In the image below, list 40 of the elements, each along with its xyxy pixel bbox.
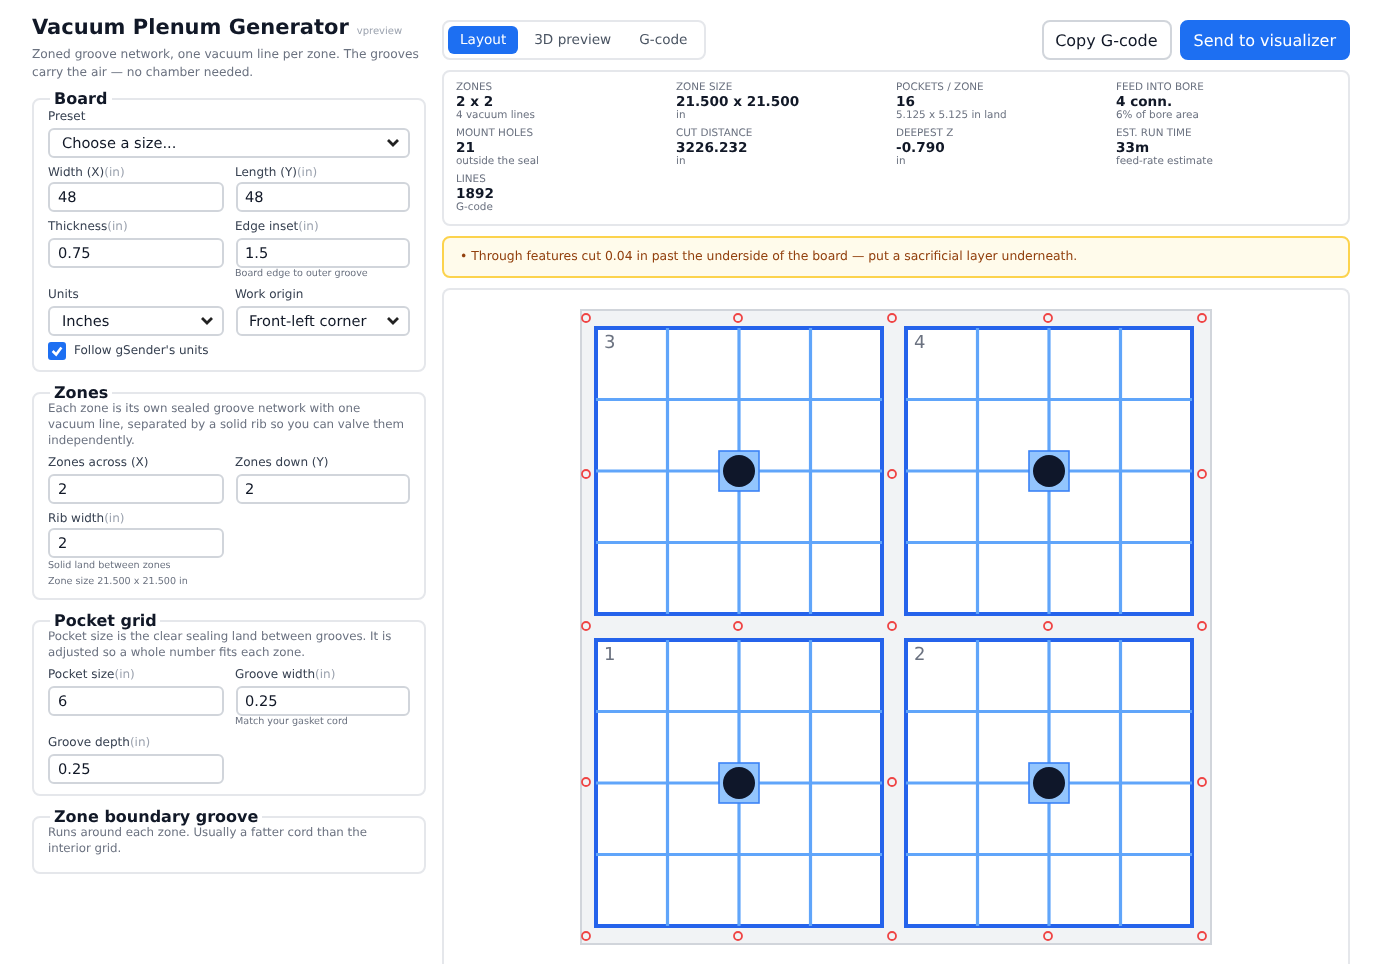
section-title: Zone boundary groove <box>52 807 261 826</box>
section-title: Board <box>52 90 110 109</box>
section-title: Zones <box>52 383 111 402</box>
mount-hole-icon <box>581 313 591 323</box>
mount-hole-icon <box>1197 931 1207 941</box>
zone-number: 1 <box>604 646 616 666</box>
mount-hole-icon <box>1197 313 1207 323</box>
mount-hole-icon <box>1043 931 1053 941</box>
mount-hole-icon <box>1043 313 1053 323</box>
zone-number: 2 <box>914 646 926 666</box>
mount-hole-icon <box>581 621 591 631</box>
send-button[interactable]: Send to visualizer <box>1179 20 1350 60</box>
copy-button[interactable]: Copy G-code <box>1041 20 1172 60</box>
mount-hole-icon <box>1043 621 1053 631</box>
mount-hole-icon <box>887 469 897 479</box>
checkbox[interactable] <box>48 341 66 360</box>
zone-number: 4 <box>914 334 926 354</box>
vacuum-port-icon <box>718 450 760 492</box>
mount-hole-icon <box>887 777 897 787</box>
mount-hole-icon <box>887 931 897 941</box>
app-title: Vacuum Plenum Generator <box>32 16 349 40</box>
chevron-icon <box>199 315 213 326</box>
mount-hole-icon <box>887 621 897 631</box>
mount-hole-icon <box>581 469 591 479</box>
vacuum-port-icon <box>718 762 760 804</box>
mount-hole-icon <box>733 621 743 631</box>
mount-hole-icon <box>1197 621 1207 631</box>
zone-number: 3 <box>604 334 616 354</box>
vacuum-port-icon <box>1028 762 1070 804</box>
mount-hole-icon <box>1197 777 1207 787</box>
mount-hole-icon <box>581 777 591 787</box>
mount-hole-icon <box>887 313 897 323</box>
mount-hole-icon <box>581 931 591 941</box>
chevron-icon <box>386 315 400 326</box>
vacuum-port-icon <box>1028 450 1070 492</box>
mount-hole-icon <box>733 313 743 323</box>
mount-hole-icon <box>733 931 743 941</box>
chevron-icon <box>386 137 400 148</box>
mount-hole-icon <box>1197 469 1207 479</box>
section-title: Pocket grid <box>52 611 159 630</box>
